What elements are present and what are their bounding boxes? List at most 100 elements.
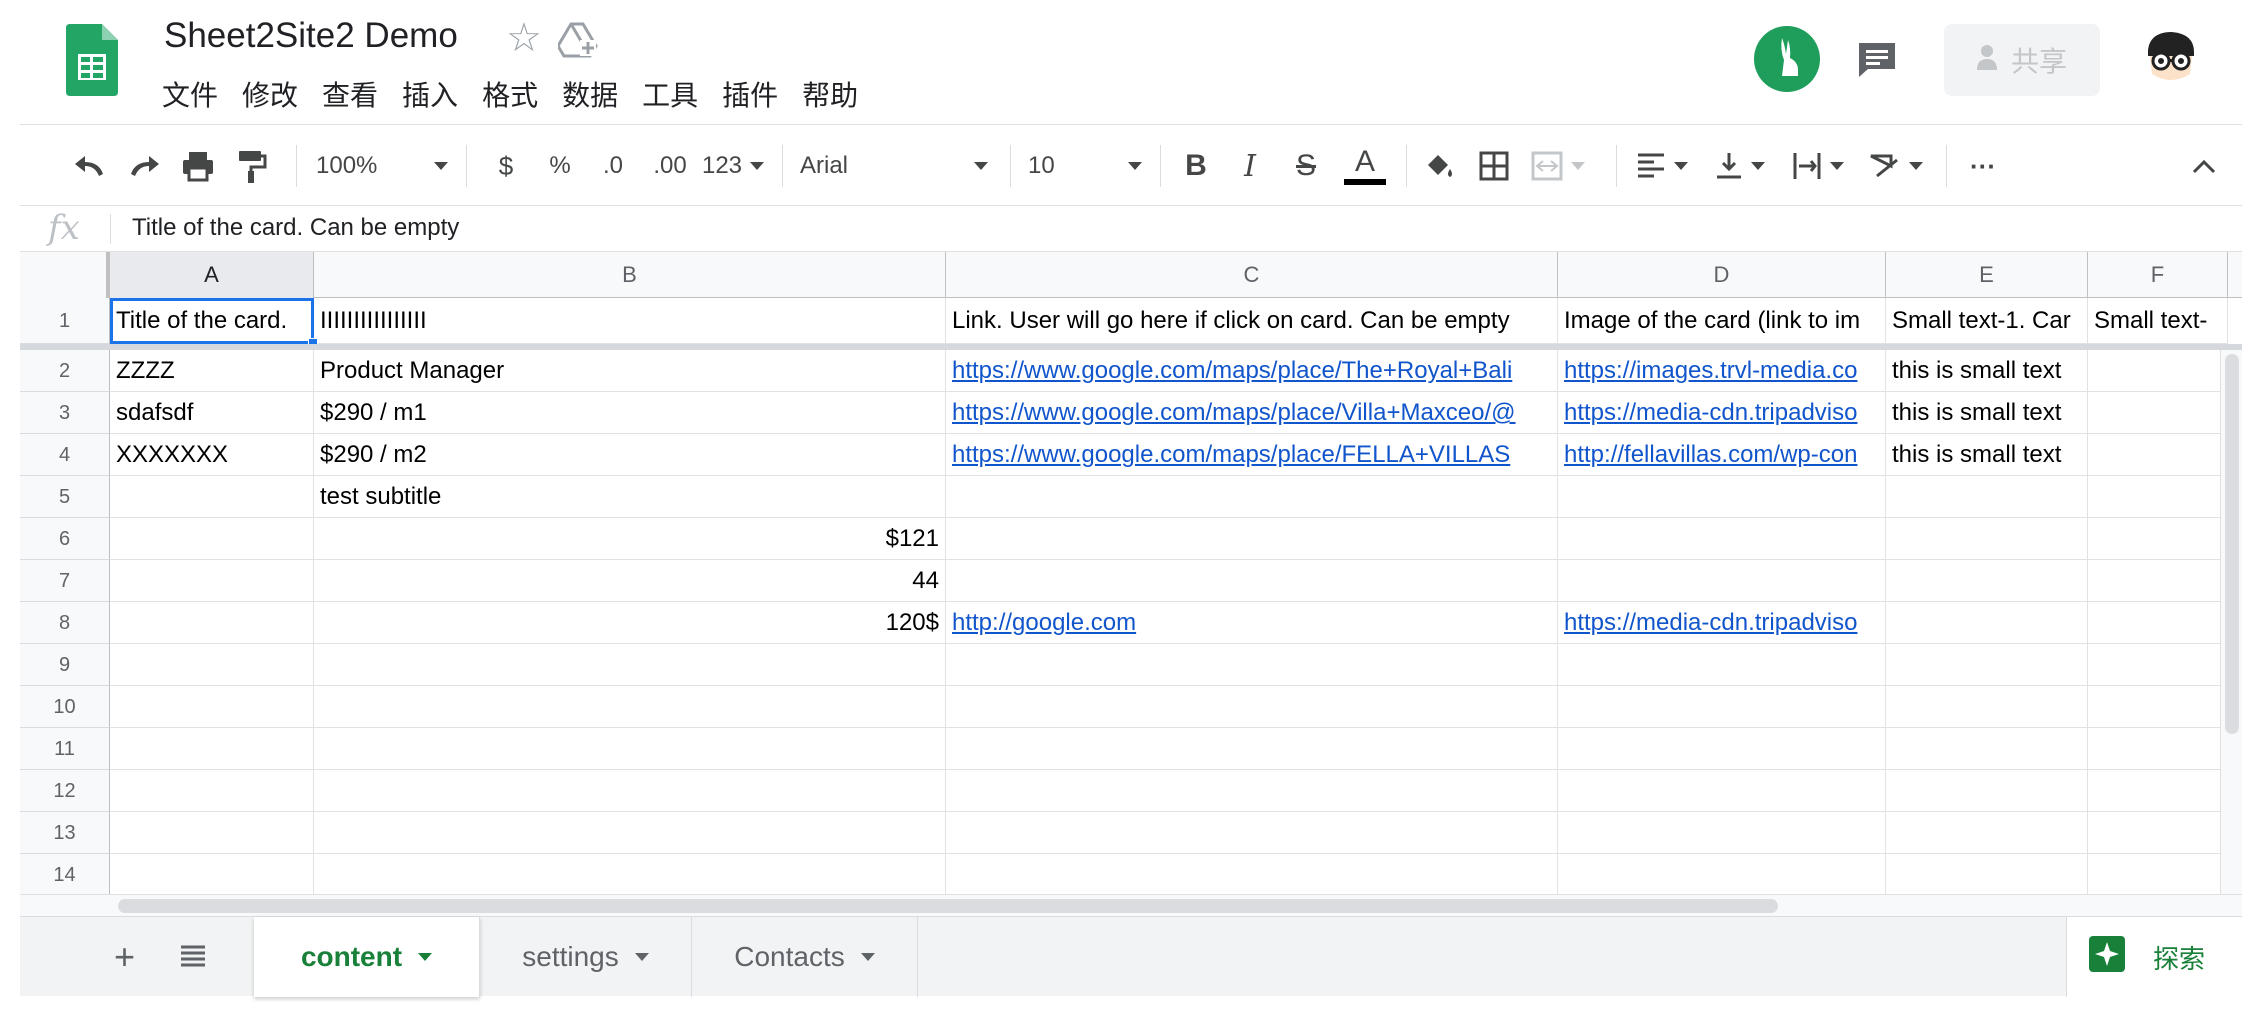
cell-f11[interactable] [2088,728,2228,770]
cell-d9[interactable] [1558,644,1886,686]
cell-b7[interactable]: 44 [314,560,946,602]
cell-b12[interactable] [314,770,946,812]
cell-b13[interactable] [314,812,946,854]
cell-d12[interactable] [1558,770,1886,812]
move-to-drive-icon[interactable] [556,22,598,60]
menu-help[interactable]: 帮助 [790,76,870,116]
cell-f1[interactable]: Small text- [2088,298,2228,344]
cell-b5[interactable]: test subtitle [314,476,946,518]
cell-d13[interactable] [1558,812,1886,854]
cell-d8[interactable]: https://media-cdn.tripadviso [1558,602,1886,644]
cell-d5[interactable] [1558,476,1886,518]
row-header-row-14[interactable]: 14 [20,854,110,894]
cell-f9[interactable] [2088,644,2228,686]
cell-f7[interactable] [2088,560,2228,602]
borders-icon[interactable] [1474,143,1514,189]
select-all-corner[interactable] [20,252,110,298]
user-avatar[interactable] [2142,28,2200,86]
paint-format-icon[interactable] [232,143,272,189]
cell-e9[interactable] [1886,644,2088,686]
comment-icon[interactable] [1856,40,1898,78]
cell-e7[interactable] [1886,560,2088,602]
cell-a13[interactable] [110,812,314,854]
cell-f14[interactable] [2088,854,2228,894]
menu-edit[interactable]: 修改 [230,76,310,116]
cell-e4[interactable]: this is small text [1886,434,2088,476]
cell-d14[interactable] [1558,854,1886,894]
row-header-row-11[interactable]: 11 [20,728,110,770]
menu-format[interactable]: 格式 [470,76,550,116]
menu-tools[interactable]: 工具 [630,76,710,116]
vertical-scrollbar[interactable] [2220,350,2242,894]
star-icon[interactable]: ☆ [506,18,542,58]
cell-e10[interactable] [1886,686,2088,728]
cell-d3[interactable]: https://media-cdn.tripadviso [1558,392,1886,434]
sheet-tab-contacts[interactable]: Contacts [692,917,918,997]
explore-button[interactable]: 探索 [2066,917,2242,997]
column-header-e[interactable]: E [1886,252,2088,298]
share-button[interactable]: 共享 [1944,24,2100,96]
cell-e1[interactable]: Small text-1. Car [1886,298,2088,344]
cell-a10[interactable] [110,686,314,728]
collapse-toolbar-icon[interactable] [2184,143,2224,189]
document-title[interactable]: Sheet2Site2 Demo [164,16,458,56]
cell-e3[interactable]: this is small text [1886,392,2088,434]
cell-a11[interactable] [110,728,314,770]
cell-b6[interactable]: $121 [314,518,946,560]
menu-file[interactable]: 文件 [150,76,230,116]
column-header-b[interactable]: B [314,252,946,298]
cell-a4[interactable]: XXXXXXX [110,434,314,476]
row-header-row-9[interactable]: 9 [20,644,110,686]
font-select[interactable]: Arial [794,143,994,189]
sheets-logo-icon[interactable] [66,24,118,96]
increase-decimal-button[interactable]: .00 [644,143,696,189]
cell-d2[interactable]: https://images.trvl-media.co [1558,350,1886,392]
fill-color-icon[interactable] [1420,143,1460,189]
menu-addons[interactable]: 插件 [710,76,790,116]
column-header-c[interactable]: C [946,252,1558,298]
cell-c14[interactable] [946,854,1558,894]
cell-a12[interactable] [110,770,314,812]
cell-c3[interactable]: https://www.google.com/maps/place/Villa+… [946,392,1558,434]
cell-e2[interactable]: this is small text [1886,350,2088,392]
row-header-row-12[interactable]: 12 [20,770,110,812]
cell-e11[interactable] [1886,728,2088,770]
cell-d7[interactable] [1558,560,1886,602]
horizontal-scrollbar[interactable] [20,894,2242,916]
horizontal-scroll-thumb[interactable] [118,899,1778,913]
row-header-row-4[interactable]: 4 [20,434,110,476]
cell-b2[interactable]: Product Manager [314,350,946,392]
row-header-row-8[interactable]: 8 [20,602,110,644]
menu-insert[interactable]: 插入 [390,76,470,116]
sheet-tab-settings[interactable]: settings [480,917,692,997]
cell-a2[interactable]: ZZZZ [110,350,314,392]
cell-f6[interactable] [2088,518,2228,560]
zoom-select[interactable]: 100% [316,143,448,189]
cell-c4[interactable]: https://www.google.com/maps/place/FELLA+… [946,434,1558,476]
cell-b11[interactable] [314,728,946,770]
cell-f8[interactable] [2088,602,2228,644]
row-header-row-7[interactable]: 7 [20,560,110,602]
horizontal-align-icon[interactable] [1630,143,1694,189]
rabbit-addon-icon[interactable] [1754,26,1820,92]
cell-e8[interactable] [1886,602,2088,644]
vertical-scroll-thumb[interactable] [2225,354,2239,734]
cell-e14[interactable] [1886,854,2088,894]
cell-d4[interactable]: http://fellavillas.com/wp-con [1558,434,1886,476]
cell-a9[interactable] [110,644,314,686]
cell-c8[interactable]: http://google.com [946,602,1558,644]
undo-icon[interactable] [70,143,110,189]
cell-a6[interactable] [110,518,314,560]
cell-a8[interactable] [110,602,314,644]
cell-f2[interactable] [2088,350,2228,392]
cell-d1[interactable]: Image of the card (link to im [1558,298,1886,344]
text-rotation-icon[interactable] [1864,143,1928,189]
cell-a3[interactable]: sdafsdf [110,392,314,434]
font-size-select[interactable]: 10 [1022,143,1148,189]
row-header-row-10[interactable]: 10 [20,686,110,728]
menu-data[interactable]: 数据 [550,76,630,116]
column-header-d[interactable]: D [1558,252,1886,298]
cell-b4[interactable]: $290 / m2 [314,434,946,476]
cell-a14[interactable] [110,854,314,894]
cell-a7[interactable] [110,560,314,602]
